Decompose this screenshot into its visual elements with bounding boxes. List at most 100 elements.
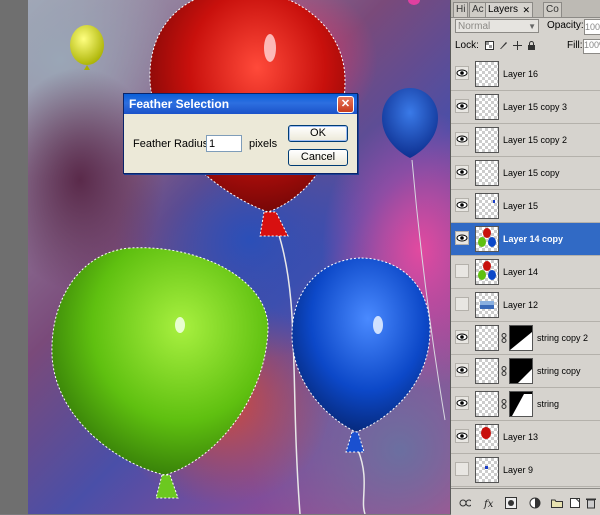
- layer-thumbnail: [475, 193, 499, 219]
- blend-mode-value: Normal: [458, 21, 491, 32]
- visibility-toggle[interactable]: [455, 297, 469, 311]
- eye-icon[interactable]: [455, 165, 469, 179]
- layer-thumbnail: [475, 127, 499, 153]
- layer-name: Layer 13: [503, 432, 539, 442]
- eye-icon[interactable]: [455, 363, 469, 377]
- trash-icon[interactable]: [585, 497, 597, 509]
- eye-icon[interactable]: [455, 99, 469, 113]
- opacity-field[interactable]: 100%: [584, 19, 600, 35]
- layer-name: Layer 15 copy 2: [503, 135, 568, 145]
- layer-mask-thumbnail[interactable]: [509, 391, 533, 417]
- layer-thumbnail: [475, 424, 499, 450]
- layer-name: Layer 15 copy: [503, 168, 560, 178]
- tab-color[interactable]: Co: [543, 2, 562, 17]
- dialog-titlebar[interactable]: Feather Selection ✕: [124, 94, 357, 114]
- layer-style-icon[interactable]: fx: [483, 497, 495, 509]
- units-label: pixels: [249, 138, 278, 150]
- new-layer-icon[interactable]: [569, 497, 581, 509]
- layers-panel: Hi Ac Layers ✕ Co Normal ▼ Opacity: 100%…: [450, 0, 600, 515]
- eye-icon[interactable]: [455, 396, 469, 410]
- close-tab-icon[interactable]: ✕: [522, 3, 530, 17]
- balloons-artwork: [51, 0, 446, 514]
- layer-row[interactable]: string copy: [451, 355, 600, 388]
- fill-label: Fill:: [567, 40, 583, 51]
- chevron-down-icon: ▼: [528, 22, 536, 31]
- lock-all-icon[interactable]: [527, 41, 536, 50]
- layer-thumbnail: [475, 457, 499, 483]
- layers-panel-toolbar: fx: [451, 488, 600, 515]
- opacity-label: Opacity:: [547, 20, 584, 31]
- cancel-button[interactable]: Cancel: [288, 149, 348, 166]
- add-mask-icon[interactable]: [505, 497, 517, 509]
- layer-name: Layer 14: [503, 267, 539, 277]
- eye-icon[interactable]: [455, 66, 469, 80]
- layer-thumbnail: [475, 160, 499, 186]
- layer-row[interactable]: Layer 14: [451, 256, 600, 289]
- ok-button[interactable]: OK: [288, 125, 348, 142]
- layer-row[interactable]: Layer 15 copy: [451, 157, 600, 190]
- link-icon[interactable]: [501, 366, 507, 376]
- layer-thumbnail: [475, 61, 499, 87]
- adjustment-layer-icon[interactable]: [529, 497, 541, 509]
- dialog-title: Feather Selection: [129, 97, 230, 111]
- layer-row-selected[interactable]: Layer 14 copy: [451, 223, 600, 256]
- layer-name: string: [537, 399, 560, 409]
- layer-name: Layer 15: [503, 201, 539, 211]
- blend-mode-select[interactable]: Normal ▼: [455, 19, 539, 33]
- layer-row[interactable]: Layer 16: [451, 58, 600, 91]
- eye-icon[interactable]: [455, 429, 469, 443]
- layer-row[interactable]: string copy 2: [451, 322, 600, 355]
- layer-mask-thumbnail[interactable]: [509, 325, 533, 351]
- layer-thumbnail: [475, 226, 499, 252]
- svg-text:fx: fx: [483, 499, 494, 509]
- layer-row[interactable]: Layer 9: [451, 454, 600, 487]
- eye-icon[interactable]: [455, 231, 469, 245]
- layer-row[interactable]: Layer 15 copy 3: [451, 91, 600, 124]
- visibility-toggle[interactable]: [455, 264, 469, 278]
- link-icon[interactable]: [501, 399, 507, 409]
- visibility-toggle[interactable]: [455, 462, 469, 476]
- layer-name: string copy 2: [537, 333, 589, 343]
- feather-radius-label: Feather Radius:: [133, 138, 212, 150]
- link-icon[interactable]: [501, 333, 507, 343]
- layer-row[interactable]: string: [451, 388, 600, 421]
- tab-layers-label: Layers: [488, 4, 519, 15]
- layer-name: string copy: [537, 366, 581, 376]
- eye-icon[interactable]: [455, 132, 469, 146]
- new-group-icon[interactable]: [551, 497, 563, 509]
- layer-name: Layer 16: [503, 69, 539, 79]
- panel-tabs: Hi Ac Layers ✕ Co: [451, 0, 600, 18]
- layer-thumbnail: [475, 358, 499, 384]
- eye-icon[interactable]: [455, 198, 469, 212]
- layer-name: Layer 9: [503, 465, 534, 475]
- layer-thumbnail: [475, 391, 499, 417]
- tab-layers[interactable]: Layers ✕: [485, 2, 534, 17]
- layer-row[interactable]: Layer 15 copy 2: [451, 124, 600, 157]
- close-icon[interactable]: ✕: [337, 96, 354, 113]
- layer-row[interactable]: Layer 13: [451, 421, 600, 454]
- document-canvas[interactable]: [0, 0, 450, 514]
- layer-thumbnail: [475, 292, 499, 318]
- lock-brush-icon[interactable]: [499, 41, 508, 50]
- tab-history[interactable]: Hi: [453, 2, 469, 17]
- layer-name: Layer 15 copy 3: [503, 102, 568, 112]
- link-layers-icon[interactable]: [459, 497, 471, 509]
- layer-row[interactable]: Layer 12: [451, 289, 600, 322]
- lock-move-icon[interactable]: [513, 41, 522, 50]
- layer-options-row: Normal ▼ Opacity: 100%: [455, 19, 600, 35]
- layer-row[interactable]: Layer 15: [451, 190, 600, 223]
- layer-thumbnail: [475, 94, 499, 120]
- eye-icon[interactable]: [455, 330, 469, 344]
- lock-transparency-icon[interactable]: [485, 41, 494, 50]
- lock-label: Lock:: [455, 40, 479, 51]
- layer-thumbnail: [475, 259, 499, 285]
- feather-radius-input[interactable]: [206, 135, 242, 152]
- layers-list: Layer 16 Layer 15 copy 3 Layer 15 copy 2…: [451, 58, 600, 488]
- layer-thumbnail: [475, 325, 499, 351]
- layer-name: Layer 12: [503, 300, 539, 310]
- lock-row: Lock: Fill: 100%: [455, 39, 600, 54]
- layer-mask-thumbnail[interactable]: [509, 358, 533, 384]
- feather-selection-dialog: Feather Selection ✕ Feather Radius: pixe…: [123, 93, 358, 174]
- layer-name: Layer 14 copy: [503, 234, 564, 244]
- fill-field[interactable]: 100%: [583, 39, 600, 54]
